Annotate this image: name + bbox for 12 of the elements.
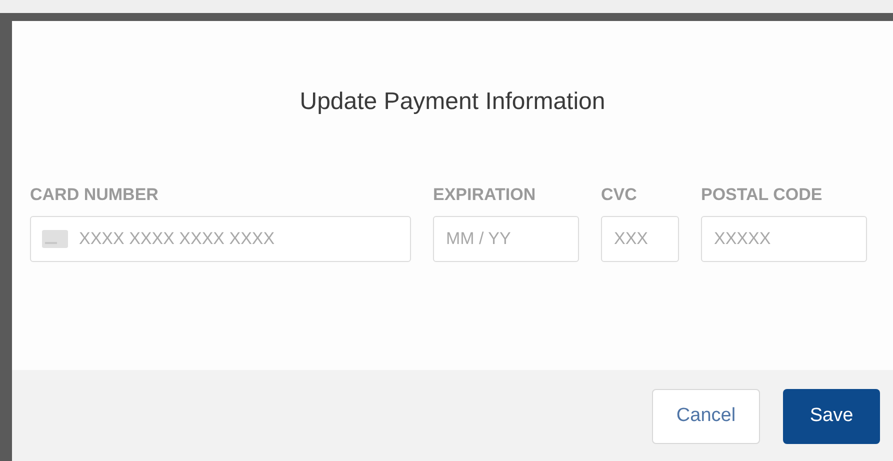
input-field[interactable]: MM / YY	[433, 216, 579, 262]
field-label: CARD NUMBER	[30, 184, 160, 206]
field-label: CVC	[601, 184, 638, 206]
credit-card-icon	[42, 230, 68, 248]
cancel-button[interactable]: Cancel	[652, 389, 760, 444]
dialog-title: Update Payment Information	[300, 87, 606, 117]
field-label: EXPIRATION	[433, 184, 537, 206]
input-field[interactable]: XXXX XXXX XXXX XXXX	[30, 216, 411, 262]
save-button[interactable]: Save	[783, 389, 880, 444]
input-field[interactable]: XXX	[601, 216, 679, 262]
input-field[interactable]: XXXXX	[701, 216, 867, 262]
field-label: POSTAL CODE	[701, 184, 824, 206]
